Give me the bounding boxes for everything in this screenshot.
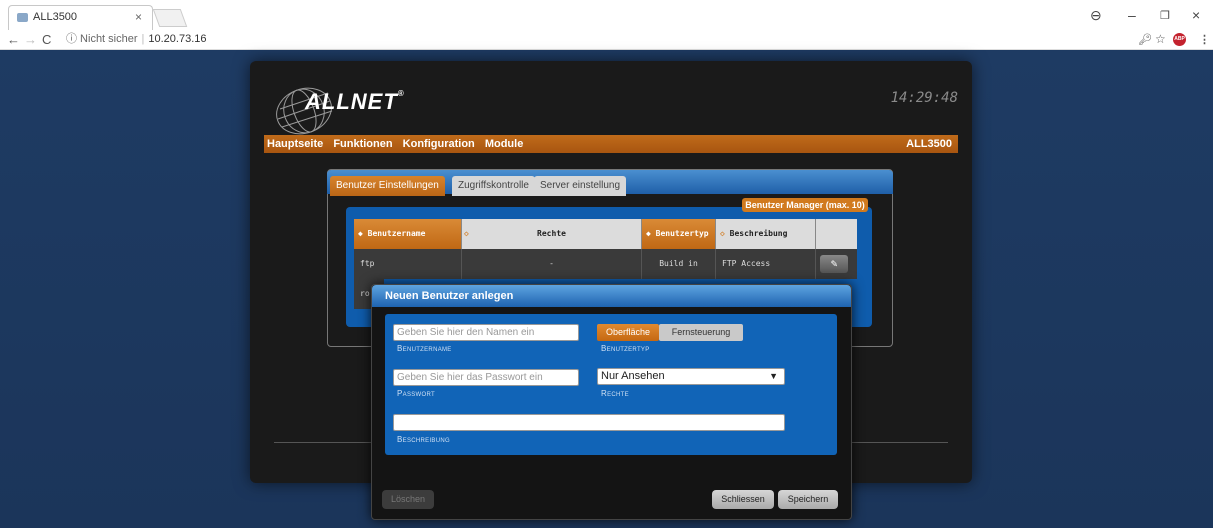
col-header-benutzertyp[interactable]: ◆ Benutzertyp bbox=[642, 219, 716, 249]
browser-tabstrip: ALL3500 × ⊖ – ❐ × bbox=[0, 0, 1213, 30]
password-input[interactable]: Geben Sie hier das Passwort ein bbox=[393, 369, 579, 386]
rights-select[interactable]: Nur Ansehen ▼ bbox=[597, 368, 785, 385]
cell-usertype: Build in bbox=[642, 249, 716, 279]
main-menu: Hauptseite Funktionen Konfiguration Modu… bbox=[264, 135, 958, 153]
cell-rights: - bbox=[462, 249, 642, 279]
new-tab-button[interactable] bbox=[152, 9, 188, 27]
tab-title: ALL3500 bbox=[33, 11, 78, 23]
username-label: Benutzername bbox=[397, 344, 452, 353]
edit-pencil-icon[interactable]: ✎ bbox=[820, 255, 848, 273]
cell-description: FTP Access bbox=[716, 249, 816, 279]
cell-username: ftp bbox=[354, 249, 462, 279]
dropdown-arrow-icon: ▼ bbox=[769, 371, 778, 381]
password-label: Passwort bbox=[397, 389, 435, 398]
usertype-fernsteuerung-toggle[interactable]: Fernsteuerung bbox=[659, 324, 743, 341]
forward-icon[interactable]: → bbox=[24, 32, 37, 47]
usertype-label: Benutzertyp bbox=[601, 344, 650, 353]
col-header-benutzername[interactable]: ◆ Benutzername bbox=[354, 219, 462, 249]
tab-server-einstellung[interactable]: Server einstellung bbox=[534, 176, 627, 196]
col-header-actions bbox=[816, 219, 857, 249]
new-user-dialog: Neuen Benutzer anlegen Geben Sie hier de… bbox=[371, 284, 852, 520]
menu-item-funktionen[interactable]: Funktionen bbox=[333, 138, 392, 150]
url-text: 10.20.73.16 bbox=[148, 33, 207, 45]
usertype-oberflaeche-toggle[interactable]: Oberfläche bbox=[597, 324, 659, 341]
sort-icon: ◆ bbox=[358, 229, 368, 238]
delete-button[interactable]: Löschen bbox=[382, 490, 434, 509]
tab-row: Benutzer Einstellungen Zugriffskontrolle… bbox=[327, 170, 893, 196]
close-button[interactable]: Schliessen bbox=[712, 490, 774, 509]
browser-tab[interactable]: ALL3500 × bbox=[8, 5, 153, 30]
key-icon[interactable]: 🔑︎ bbox=[1138, 33, 1152, 46]
col-header-rechte[interactable]: ◇ Rechte bbox=[462, 219, 642, 249]
maximize-button[interactable]: ❐ bbox=[1160, 9, 1170, 22]
tab-zugriffskontrolle[interactable]: Zugriffskontrolle bbox=[452, 176, 535, 196]
page-favicon-icon bbox=[17, 13, 28, 22]
menu-item-module[interactable]: Module bbox=[485, 138, 524, 150]
address-bar[interactable]: ⓘ Nicht sicher | 10.20.73.16 bbox=[66, 31, 1126, 48]
table-row: ftp - Build in FTP Access ✎ bbox=[354, 249, 857, 279]
profile-icon[interactable]: ⊖ bbox=[1090, 7, 1102, 24]
bookmark-star-icon[interactable]: ☆ bbox=[1155, 32, 1166, 46]
dialog-body: Geben Sie hier den Namen ein Benutzernam… bbox=[385, 314, 837, 455]
browser-toolbar: ← → C ⓘ Nicht sicher | 10.20.73.16 🔑︎ ☆ ⋮ bbox=[0, 30, 1213, 50]
back-icon[interactable]: ← bbox=[7, 32, 20, 47]
sort-icon: ◇ bbox=[720, 229, 730, 238]
save-button[interactable]: Speichern bbox=[778, 490, 838, 509]
description-label: Beschreibung bbox=[397, 435, 450, 444]
user-manager-label: Benutzer Manager (max. 10) bbox=[742, 198, 868, 212]
menu-kebab-icon[interactable]: ⋮ bbox=[1199, 33, 1210, 46]
rights-label: Rechte bbox=[601, 389, 629, 398]
allnet-logo-text: ALLNET® bbox=[305, 89, 405, 114]
description-input[interactable] bbox=[393, 414, 785, 431]
clock: 14:29:48 bbox=[890, 90, 958, 106]
dialog-title: Neuen Benutzer anlegen bbox=[372, 285, 851, 307]
tab-benutzer-einstellungen[interactable]: Benutzer Einstellungen bbox=[330, 176, 445, 196]
model-name: ALL3500 bbox=[906, 138, 952, 150]
col-header-beschreibung[interactable]: ◇ Beschreibung bbox=[716, 219, 816, 249]
menu-item-konfiguration[interactable]: Konfiguration bbox=[403, 138, 475, 150]
adblock-icon[interactable]: ABP bbox=[1173, 33, 1186, 46]
table-header: ◆ Benutzername ◇ Rechte ◆ Benutzertyp ◇ B… bbox=[354, 219, 857, 249]
tab-close-icon[interactable]: × bbox=[135, 10, 142, 24]
close-window-button[interactable]: × bbox=[1192, 7, 1200, 23]
username-input[interactable]: Geben Sie hier den Namen ein bbox=[393, 324, 579, 341]
security-indicator[interactable]: ⓘ Nicht sicher bbox=[66, 33, 138, 45]
sort-icon: ◆ bbox=[646, 229, 656, 238]
menu-item-hauptseite[interactable]: Hauptseite bbox=[267, 138, 323, 150]
reload-icon[interactable]: C bbox=[42, 32, 51, 47]
sort-icon: ◇ bbox=[464, 229, 469, 238]
minimize-button[interactable]: – bbox=[1128, 7, 1136, 23]
